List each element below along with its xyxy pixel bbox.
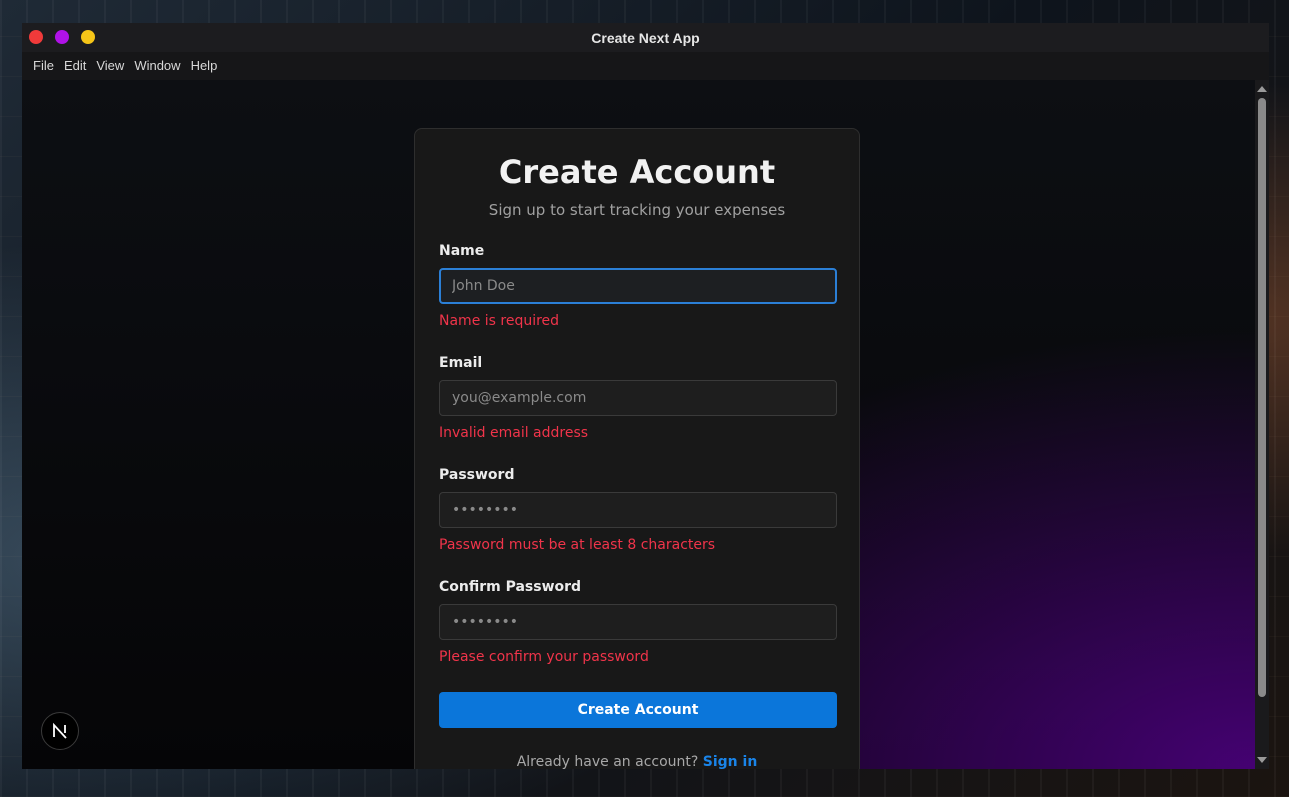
signup-card: Create Account Sign up to start tracking… xyxy=(414,128,860,769)
menu-window[interactable]: Window xyxy=(129,52,185,80)
create-account-button[interactable]: Create Account xyxy=(439,692,837,728)
scroll-down-arrow-icon[interactable] xyxy=(1257,757,1267,763)
name-input[interactable] xyxy=(439,268,837,304)
menu-help[interactable]: Help xyxy=(186,52,223,80)
sign-in-link[interactable]: Sign in xyxy=(703,754,758,769)
name-error: Name is required xyxy=(439,313,560,329)
password-input[interactable] xyxy=(439,492,837,528)
title-bar: Create Next App xyxy=(22,23,1269,52)
nextjs-dev-badge[interactable] xyxy=(41,712,79,750)
password-error: Password must be at least 8 characters xyxy=(439,537,716,553)
name-label: Name xyxy=(439,243,485,259)
app-window: Create Next App File Edit View Window He… xyxy=(22,23,1269,769)
signin-prompt: Already have an account? Sign in xyxy=(439,754,835,769)
menu-file[interactable]: File xyxy=(28,52,59,80)
nextjs-logo-icon xyxy=(53,722,67,739)
email-label: Email xyxy=(439,355,483,371)
email-error: Invalid email address xyxy=(439,425,589,441)
name-field-group: Name Name is required xyxy=(439,242,837,330)
menu-view[interactable]: View xyxy=(91,52,129,80)
vertical-scrollbar[interactable] xyxy=(1255,80,1269,769)
window-title: Create Next App xyxy=(591,29,700,46)
password-field-group: Password Password must be at least 8 cha… xyxy=(439,466,837,554)
menu-bar: File Edit View Window Help xyxy=(22,52,1269,81)
signin-prompt-text: Already have an account? xyxy=(516,754,699,769)
password-label: Password xyxy=(439,467,515,483)
menu-edit[interactable]: Edit xyxy=(59,52,91,80)
page-content: Create Account Sign up to start tracking… xyxy=(22,80,1255,769)
page-title: Create Account xyxy=(498,153,776,191)
confirm-password-label: Confirm Password xyxy=(439,579,582,595)
email-input[interactable] xyxy=(439,380,837,416)
email-field-group: Email Invalid email address xyxy=(439,354,837,442)
confirm-password-error: Please confirm your password xyxy=(439,649,649,665)
page-subtitle: Sign up to start tracking your expenses xyxy=(488,201,786,219)
scroll-up-arrow-icon[interactable] xyxy=(1257,86,1267,92)
confirm-password-field-group: Confirm Password Please confirm your pas… xyxy=(439,578,837,666)
scrollbar-thumb[interactable] xyxy=(1258,98,1266,697)
confirm-password-input[interactable] xyxy=(439,604,837,640)
